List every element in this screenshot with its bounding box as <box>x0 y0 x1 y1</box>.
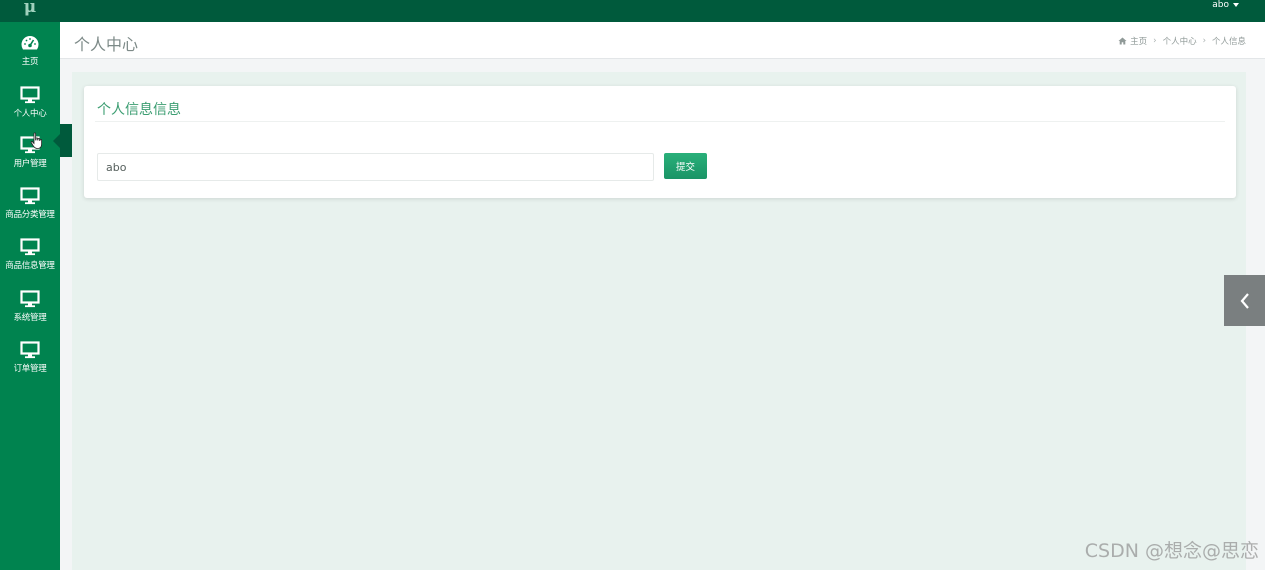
breadcrumb: 主页 › 个人中心 › 个人信息 <box>1118 35 1246 47</box>
page-header: 个人中心 主页 › 个人中心 › 个人信息 <box>60 22 1265 59</box>
sidebar-item-system-management[interactable]: 系统管理 <box>0 284 60 334</box>
sidebar-item-personal-center[interactable]: 个人中心 <box>0 80 60 130</box>
username-input[interactable] <box>97 153 654 181</box>
app-logo: μ <box>23 0 37 17</box>
card-divider <box>95 121 1225 122</box>
dashboard-icon <box>21 36 39 50</box>
sidebar-item-label: 主页 <box>21 57 39 67</box>
monitor-icon <box>20 341 40 359</box>
user-menu[interactable]: abo <box>1212 0 1239 10</box>
breadcrumb-item-personal-info: 个人信息 <box>1211 37 1246 47</box>
top-bar: μ abo <box>0 0 1265 22</box>
page-title: 个人中心 <box>74 35 139 54</box>
breadcrumb-separator: › <box>1202 36 1206 46</box>
breadcrumb-separator: › <box>1153 36 1157 46</box>
sidebar-item-order-management[interactable]: 订单管理 <box>0 335 60 385</box>
card-title: 个人信息信息 <box>97 102 181 118</box>
flyout-pointer <box>53 134 60 148</box>
monitor-icon <box>20 187 40 205</box>
breadcrumb-item-personal-center[interactable]: 个人中心 <box>1163 35 1197 47</box>
chevron-left-icon <box>1240 292 1249 309</box>
monitor-icon <box>20 290 40 308</box>
personal-info-card: 个人信息信息 提交 <box>84 86 1236 198</box>
sidebar-item-product-management[interactable]: 商品信息管理 <box>0 232 60 282</box>
monitor-icon <box>20 238 40 256</box>
sidebar-item-label: 商品信息管理 <box>5 261 55 271</box>
watermark: CSDN @想念@思恋 <box>1084 540 1259 562</box>
submit-button[interactable]: 提交 <box>664 153 707 179</box>
sidebar-item-label: 个人中心 <box>13 109 47 119</box>
sidebar-item-label: 系统管理 <box>13 313 47 323</box>
monitor-icon <box>20 86 40 104</box>
hand-cursor-icon <box>30 132 42 149</box>
breadcrumb-item-home[interactable]: 主页 <box>1118 35 1147 47</box>
caret-down-icon <box>1233 3 1239 7</box>
sidebar-item-label: 用户管理 <box>13 159 47 169</box>
sidebar: 主页 个人中心 用户管理 商品分类管理 商品信息管理 系统管理 订单管理 <box>0 22 60 570</box>
home-icon <box>1118 37 1127 45</box>
sidebar-item-label: 订单管理 <box>13 364 47 374</box>
sidebar-item-category-management[interactable]: 商品分类管理 <box>0 181 60 231</box>
user-name: abo <box>1212 0 1229 10</box>
collapse-panel-button[interactable] <box>1224 275 1265 326</box>
sidebar-item-label: 商品分类管理 <box>5 210 55 220</box>
sidebar-item-home[interactable]: 主页 <box>0 28 60 78</box>
